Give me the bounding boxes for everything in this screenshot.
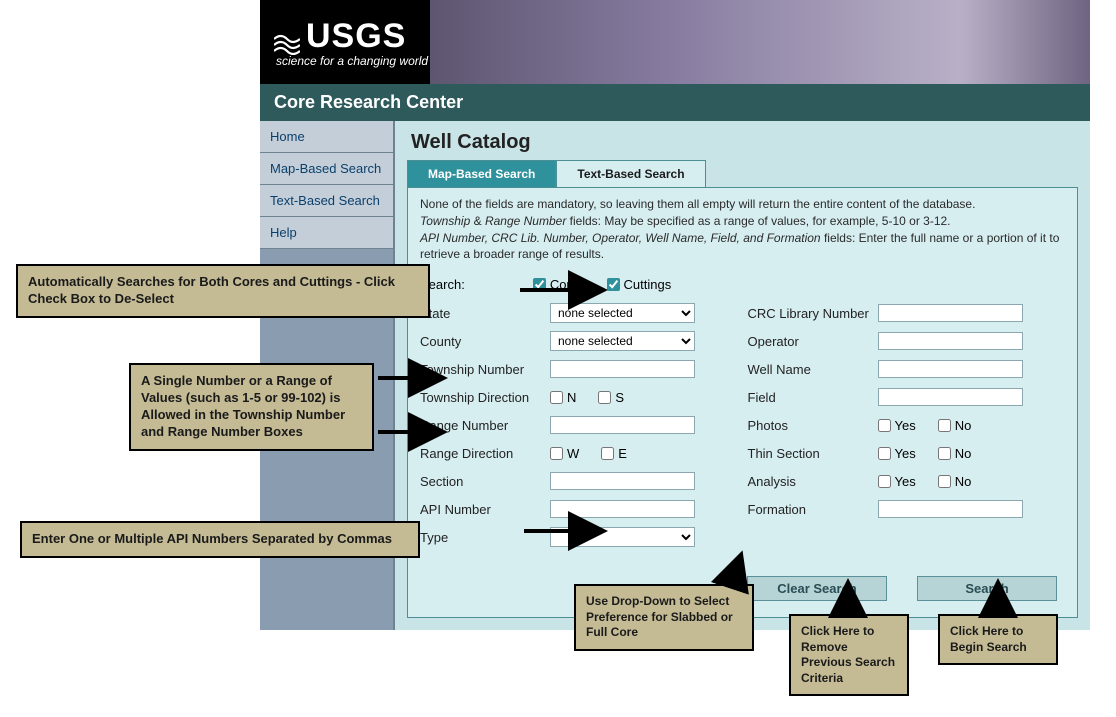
annotation-arrows — [0, 0, 1116, 717]
